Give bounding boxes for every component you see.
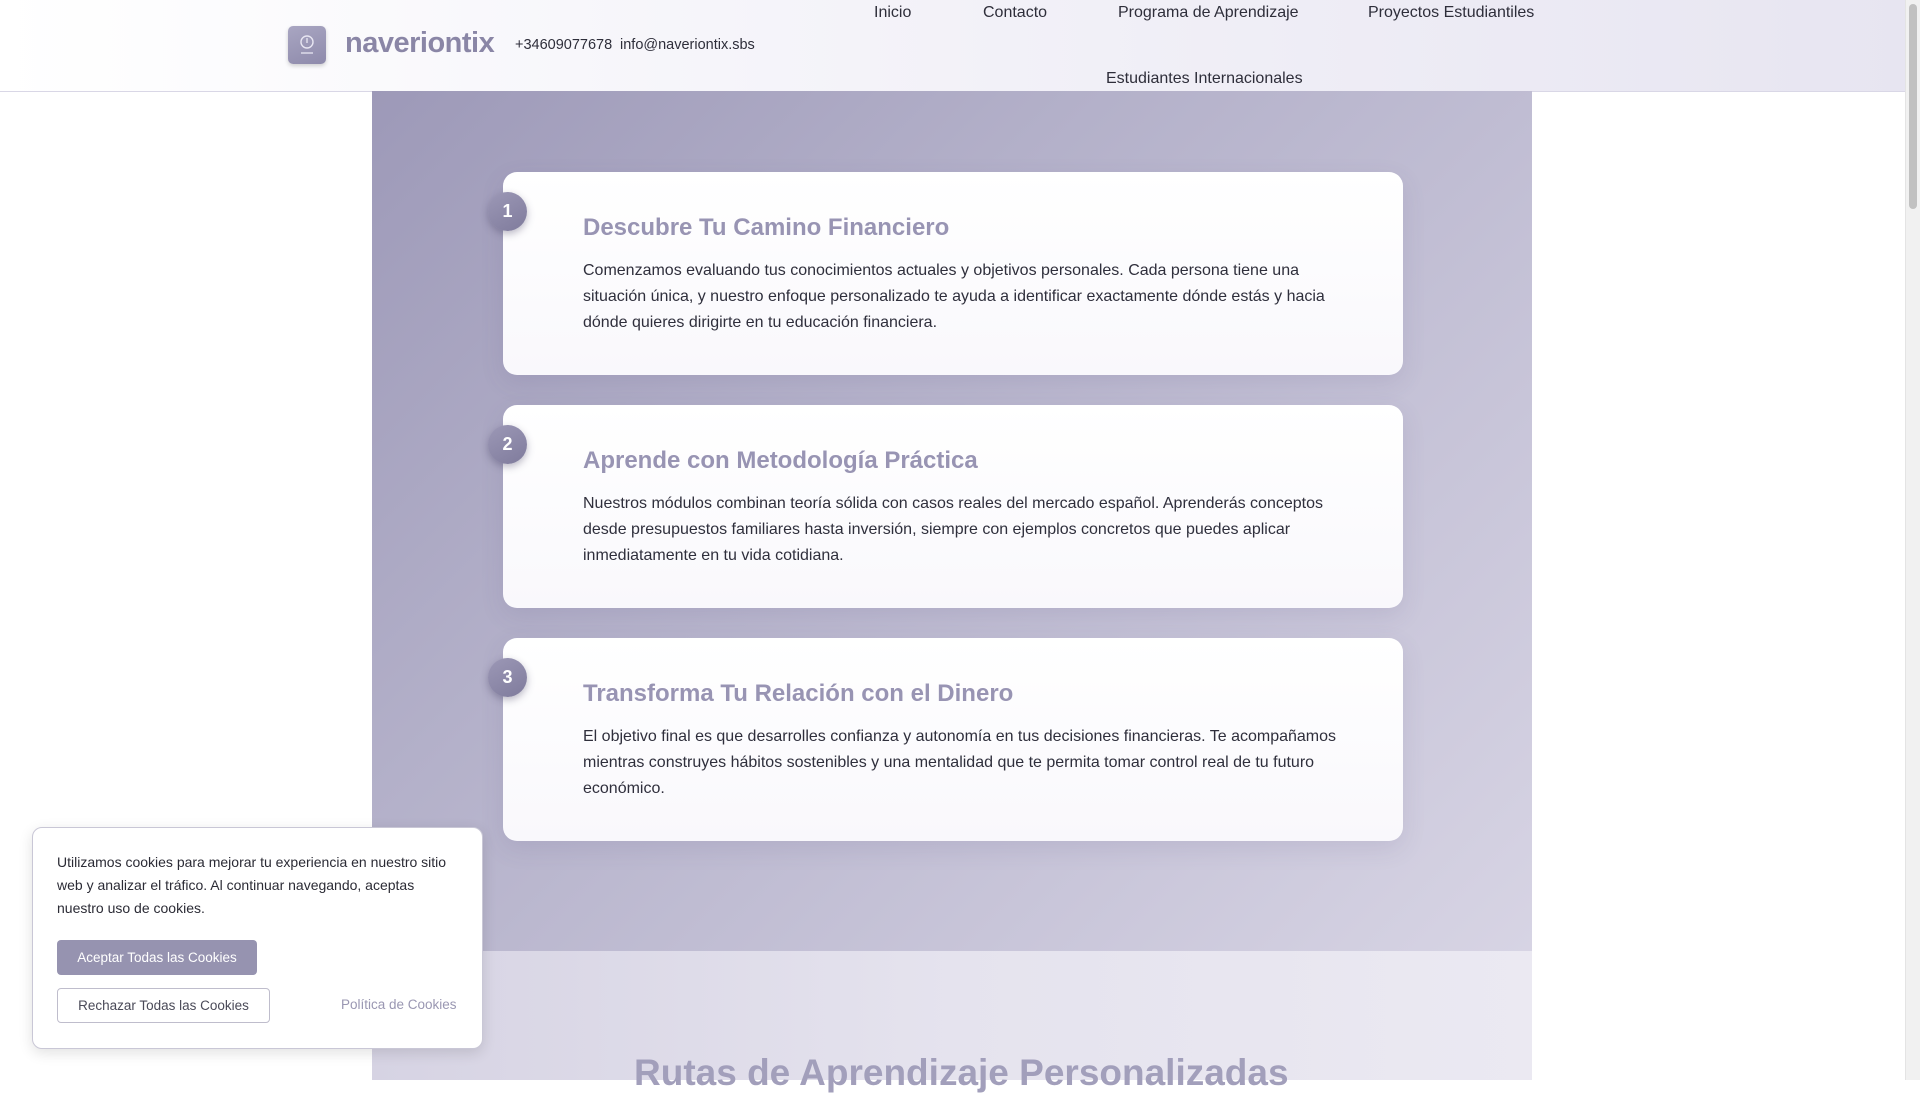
nav-contacto[interactable]: Contacto bbox=[983, 4, 1047, 22]
step-title: Descubre Tu Camino Financiero bbox=[583, 214, 950, 241]
step-title: Transforma Tu Relación con el Dinero bbox=[583, 680, 1014, 707]
brand-name[interactable]: naveriontix bbox=[345, 27, 495, 60]
nav-inicio[interactable]: Inicio bbox=[874, 4, 911, 22]
cookie-message: Utilizamos cookies para mejorar tu exper… bbox=[57, 854, 447, 916]
step-number: 1 bbox=[488, 192, 527, 231]
step-description: Nuestros módulos combinan teoría sólida … bbox=[583, 495, 1323, 564]
step-card: 3 Transforma Tu Relación con el Dinero E… bbox=[488, 638, 1403, 841]
nav-proyectos-estudiantiles[interactable]: Proyectos Estudiantiles bbox=[1368, 4, 1534, 22]
step-description: Comenzamos evaluando tus conocimientos a… bbox=[583, 262, 1325, 331]
step-number: 2 bbox=[488, 425, 527, 464]
step-card: 2 Aprende con Metodología Práctica Nuest… bbox=[488, 405, 1403, 608]
section-heading: Rutas de Aprendizaje Personalizadas bbox=[634, 1052, 1289, 1093]
step-description: El objetivo final es que desarrolles con… bbox=[583, 728, 1337, 797]
nav-programa-aprendizaje[interactable]: Programa de Aprendizaje bbox=[1118, 4, 1299, 22]
accept-cookies-button[interactable]: Aceptar Todas las Cookies bbox=[57, 940, 257, 975]
nav-estudiantes-internacionales[interactable]: Estudiantes Internacionales bbox=[1106, 70, 1303, 88]
cookie-banner: Utilizamos cookies para mejorar tu exper… bbox=[32, 827, 483, 1049]
email-link[interactable]: info@naveriontix.sbs bbox=[620, 37, 755, 53]
site-header: naveriontix +34609077678 info@naverionti… bbox=[0, 0, 1905, 92]
cookie-policy-link[interactable]: Política de Cookies bbox=[341, 997, 457, 1012]
step-number: 3 bbox=[488, 658, 527, 697]
logo-icon[interactable] bbox=[288, 26, 326, 64]
scrollbar-thumb[interactable] bbox=[1909, 4, 1917, 209]
reject-cookies-button[interactable]: Rechazar Todas las Cookies bbox=[57, 988, 270, 1023]
phone-link[interactable]: +34609077678 bbox=[515, 37, 612, 53]
step-card: 1 Descubre Tu Camino Financiero Comenzam… bbox=[488, 172, 1403, 375]
page-scrollbar[interactable] bbox=[1905, 0, 1920, 1080]
step-title: Aprende con Metodología Práctica bbox=[583, 447, 978, 474]
